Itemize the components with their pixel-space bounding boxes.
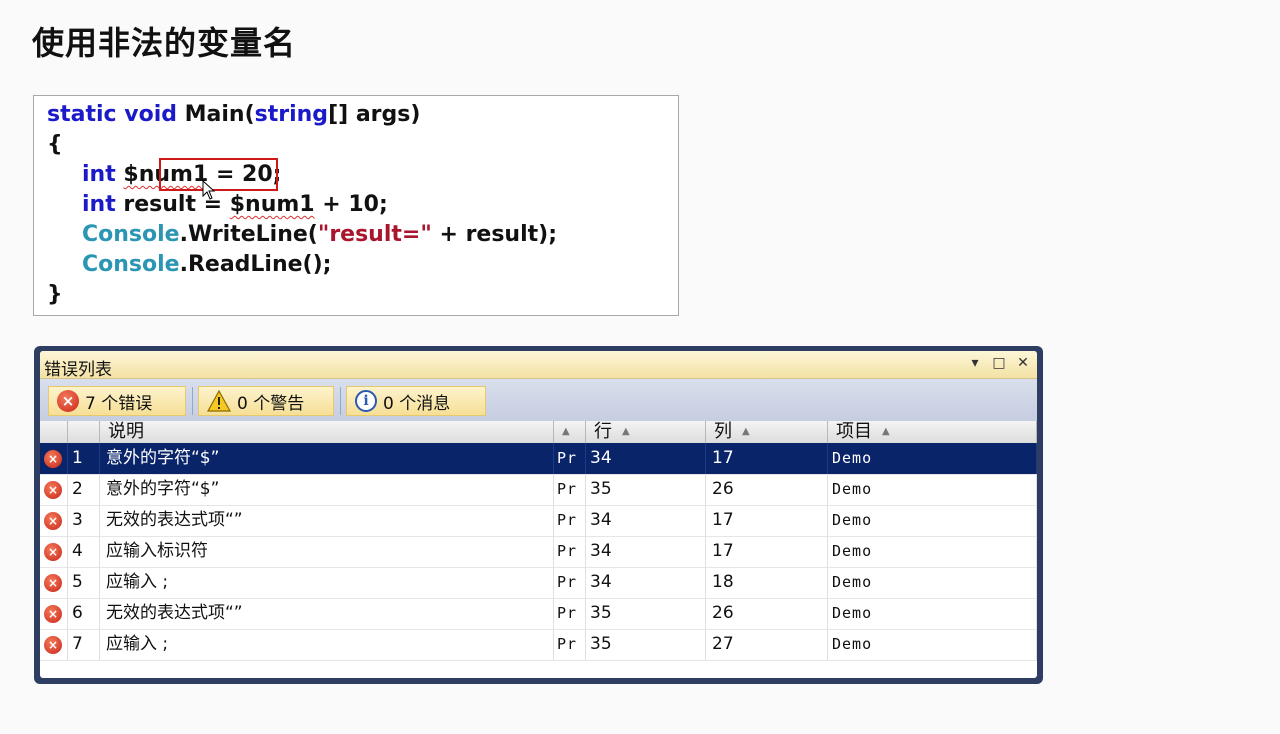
- table-row[interactable]: × 4 应输入标识符 Pr 34 17 Demo: [40, 536, 1037, 568]
- row-line: 35: [586, 598, 706, 629]
- grid-header: 说明 ▲ 行 ▲ 列 ▲ 项目 ▲: [40, 421, 1037, 444]
- row-project: Demo: [828, 505, 1037, 536]
- row-file: Pr: [554, 598, 586, 629]
- row-column: 27: [706, 629, 828, 660]
- row-column: 17: [706, 536, 828, 567]
- error-list-panel: 错误列表 ▾ □ ✕ × 7 个错误 0 个警告 i 0 个消息 说明 ▲ 行 …: [34, 346, 1043, 684]
- row-description: 无效的表达式项“”: [100, 598, 554, 629]
- table-row[interactable]: × 3 无效的表达式项“” Pr 34 17 Demo: [40, 505, 1037, 537]
- code-line-6: Console.ReadLine();: [82, 252, 332, 277]
- header-column[interactable]: 列 ▲: [706, 421, 828, 443]
- row-line: 34: [586, 567, 706, 598]
- row-project: Demo: [828, 443, 1037, 474]
- row-line: 34: [586, 443, 706, 474]
- toolbar-separator: [192, 387, 193, 415]
- row-number: 3: [68, 505, 100, 536]
- row-number: 1: [68, 443, 100, 474]
- close-icon[interactable]: ✕: [1015, 354, 1031, 372]
- header-line[interactable]: 行 ▲: [586, 421, 706, 443]
- header-number-col: [68, 421, 100, 443]
- table-row[interactable]: × 5 应输入 ; Pr 34 18 Demo: [40, 567, 1037, 599]
- code-line-7: }: [47, 282, 63, 307]
- error-icon: ×: [44, 574, 62, 592]
- row-file: Pr: [554, 443, 586, 474]
- warnings-filter-label: 0 个警告: [237, 393, 305, 414]
- row-column: 26: [706, 598, 828, 629]
- dropdown-icon[interactable]: ▾: [967, 354, 983, 372]
- row-description: 无效的表达式项“”: [100, 505, 554, 536]
- error-icon: ×: [44, 605, 62, 623]
- error-icon: ×: [44, 512, 62, 530]
- row-column: 17: [706, 443, 828, 474]
- row-number: 6: [68, 598, 100, 629]
- table-row[interactable]: × 7 应输入 ; Pr 35 27 Demo: [40, 629, 1037, 661]
- row-project: Demo: [828, 598, 1037, 629]
- error-icon: ×: [44, 543, 62, 561]
- row-line: 34: [586, 505, 706, 536]
- info-icon: i: [355, 390, 377, 412]
- messages-filter-label: 0 个消息: [383, 393, 451, 414]
- error-icon: ×: [44, 481, 62, 499]
- restore-icon[interactable]: □: [991, 354, 1007, 372]
- row-description: 应输入 ;: [100, 567, 554, 598]
- row-line: 35: [586, 629, 706, 660]
- code-line-4: int result = $num1 + 10;: [82, 192, 388, 217]
- warnings-filter-button[interactable]: 0 个警告: [198, 386, 334, 416]
- header-project[interactable]: 项目 ▲: [828, 421, 1037, 443]
- row-file: Pr: [554, 567, 586, 598]
- slide-title: 使用非法的变量名: [32, 24, 297, 62]
- code-line-2: {: [47, 132, 63, 157]
- row-number: 5: [68, 567, 100, 598]
- error-icon: ×: [44, 636, 62, 654]
- row-description: 应输入 ;: [100, 629, 554, 660]
- row-project: Demo: [828, 536, 1037, 567]
- table-row[interactable]: × 6 无效的表达式项“” Pr 35 26 Demo: [40, 598, 1037, 630]
- table-row[interactable]: × 1 意外的字符“$” Pr 34 17 Demo: [40, 443, 1037, 475]
- code-snippet: static void Main(string[] args) { int $n…: [33, 95, 679, 316]
- panel-header: 错误列表 ▾ □ ✕: [40, 351, 1037, 380]
- row-column: 26: [706, 474, 828, 505]
- code-line-1: static void Main(string[] args): [47, 102, 421, 127]
- row-number: 2: [68, 474, 100, 505]
- error-rows: × 1 意外的字符“$” Pr 34 17 Demo × 2 意外的字符“$” …: [40, 443, 1037, 678]
- table-row[interactable]: × 2 意外的字符“$” Pr 35 26 Demo: [40, 474, 1037, 506]
- row-number: 4: [68, 536, 100, 567]
- header-icon-col: [40, 421, 68, 443]
- row-file: Pr: [554, 474, 586, 505]
- row-line: 35: [586, 474, 706, 505]
- mouse-cursor-icon: [202, 180, 216, 200]
- errors-filter-label: 7 个错误: [85, 393, 153, 414]
- row-file: Pr: [554, 536, 586, 567]
- row-description: 意外的字符“$”: [100, 474, 554, 505]
- row-file: Pr: [554, 629, 586, 660]
- row-column: 17: [706, 505, 828, 536]
- header-description[interactable]: 说明: [100, 421, 554, 443]
- row-line: 34: [586, 536, 706, 567]
- row-description: 意外的字符“$”: [100, 443, 554, 474]
- error-icon: ×: [57, 390, 79, 412]
- row-project: Demo: [828, 629, 1037, 660]
- highlight-box: [159, 158, 278, 191]
- warning-icon: [207, 390, 231, 412]
- errors-filter-button[interactable]: × 7 个错误: [48, 386, 186, 416]
- error-icon: ×: [44, 450, 62, 468]
- toolbar-separator: [340, 387, 341, 415]
- row-column: 18: [706, 567, 828, 598]
- panel-title: 错误列表: [44, 360, 112, 380]
- row-project: Demo: [828, 474, 1037, 505]
- row-file: Pr: [554, 505, 586, 536]
- messages-filter-button[interactable]: i 0 个消息: [346, 386, 486, 416]
- header-file[interactable]: ▲: [554, 421, 586, 443]
- row-project: Demo: [828, 567, 1037, 598]
- row-description: 应输入标识符: [100, 536, 554, 567]
- code-line-5: Console.WriteLine("result=" + result);: [82, 222, 558, 247]
- error-list-toolbar: × 7 个错误 0 个警告 i 0 个消息: [40, 379, 1037, 421]
- row-number: 7: [68, 629, 100, 660]
